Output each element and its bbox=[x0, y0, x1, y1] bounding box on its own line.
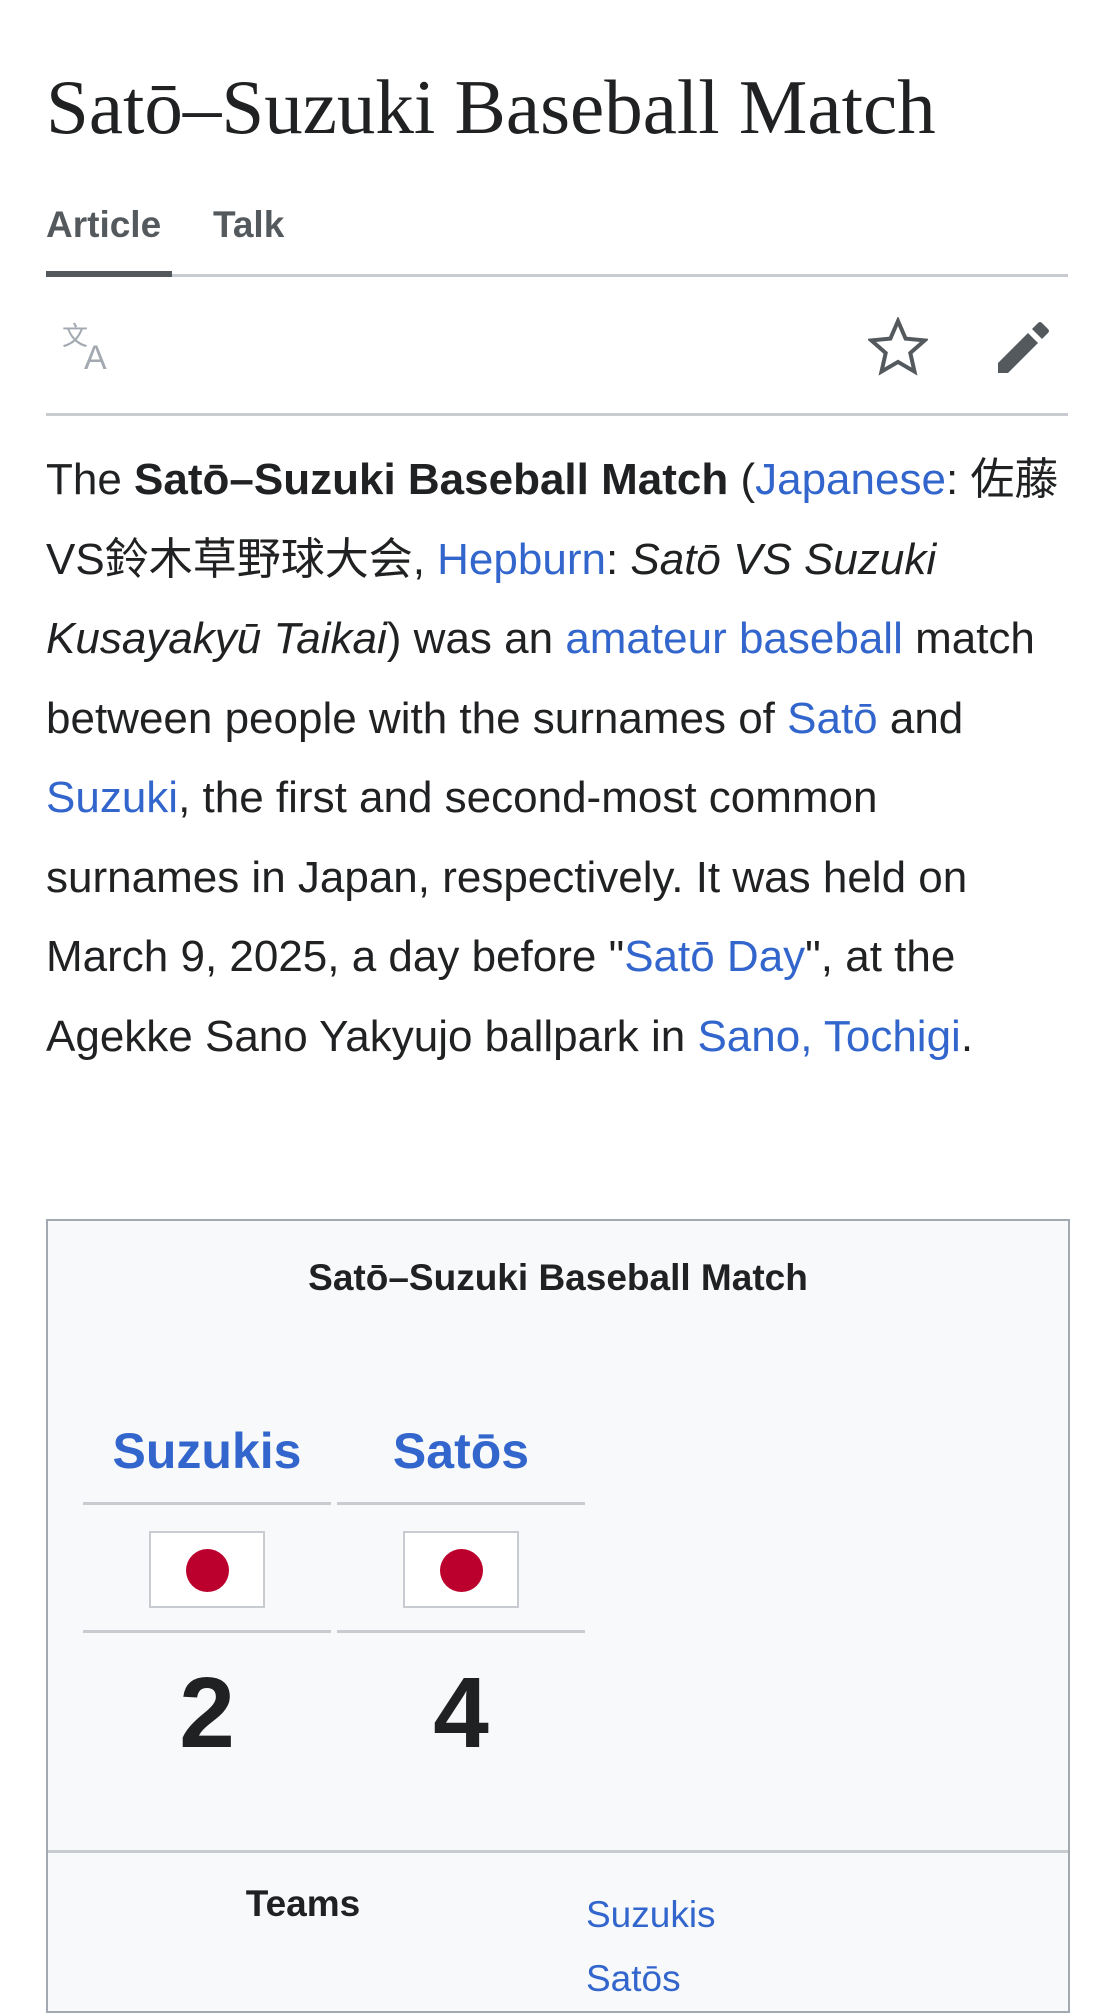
teams-link-suzukis[interactable]: Suzukis bbox=[586, 1883, 716, 1947]
lead-text: The bbox=[46, 455, 135, 504]
team-flag-cell bbox=[83, 1505, 331, 1633]
link-amateur-baseball[interactable]: amateur baseball bbox=[565, 614, 903, 663]
infobox-title: Satō–Suzuki Baseball Match bbox=[308, 1257, 808, 1298]
teams-label: Teams bbox=[245, 1883, 361, 1924]
infobox-divider bbox=[48, 1850, 1068, 1853]
link-suzuki[interactable]: Suzuki bbox=[46, 773, 178, 822]
teams-link-satos[interactable]: Satōs bbox=[586, 1947, 716, 2011]
link-sano-tochigi[interactable]: Sano, Tochigi bbox=[697, 1012, 960, 1061]
lead-text: ) was an bbox=[386, 614, 566, 663]
team-column-satos: Satōs 4 bbox=[337, 1401, 585, 1793]
namespace-tabs: Article Talk bbox=[46, 196, 1068, 277]
page-title: Satō–Suzuki Baseball Match bbox=[46, 64, 936, 150]
lead-bold-title: Satō–Suzuki Baseball Match bbox=[134, 455, 729, 504]
team-link-satos[interactable]: Satōs bbox=[393, 1423, 529, 1479]
lead-text: : bbox=[605, 534, 631, 584]
tab-talk[interactable]: Talk bbox=[213, 204, 284, 246]
flag-sun bbox=[440, 1549, 483, 1592]
team-score: 4 bbox=[433, 1657, 489, 1769]
team-link-suzukis[interactable]: Suzukis bbox=[113, 1423, 302, 1479]
star-icon[interactable] bbox=[868, 317, 928, 377]
infobox: Satō–Suzuki Baseball Match Suzukis 2 Sat… bbox=[46, 1219, 1070, 2013]
link-sato[interactable]: Satō bbox=[787, 694, 878, 743]
tab-article[interactable]: Article bbox=[46, 204, 172, 277]
japan-flag-icon[interactable] bbox=[403, 1531, 519, 1608]
team-name-cell: Suzukis bbox=[83, 1401, 331, 1505]
japan-flag-icon[interactable] bbox=[149, 1531, 265, 1608]
team-score: 2 bbox=[179, 1657, 235, 1769]
team-name-cell: Satōs bbox=[337, 1401, 585, 1505]
lead-paragraph: The Satō–Suzuki Baseball Match (Japanese… bbox=[46, 440, 1068, 1076]
link-hepburn[interactable]: Hepburn bbox=[437, 535, 606, 584]
link-sato-day[interactable]: Satō Day bbox=[624, 932, 805, 981]
pencil-icon[interactable] bbox=[992, 317, 1052, 377]
lead-text: . bbox=[960, 1011, 974, 1061]
article-page: Satō–Suzuki Baseball Match Article Talk … bbox=[0, 0, 1113, 2013]
teams-values: Suzukis Satōs bbox=[586, 1883, 716, 2011]
svg-text:A: A bbox=[84, 339, 107, 377]
language-icon[interactable]: 文 A bbox=[60, 317, 120, 377]
link-japanese[interactable]: Japanese bbox=[755, 455, 946, 504]
team-flag-cell bbox=[337, 1505, 585, 1633]
page-actions-toolbar: 文 A bbox=[46, 277, 1068, 416]
flag-sun bbox=[186, 1549, 229, 1592]
lead-text: ( bbox=[728, 455, 756, 504]
team-column-suzukis: Suzukis 2 bbox=[83, 1401, 331, 1793]
lead-text: and bbox=[877, 693, 964, 743]
